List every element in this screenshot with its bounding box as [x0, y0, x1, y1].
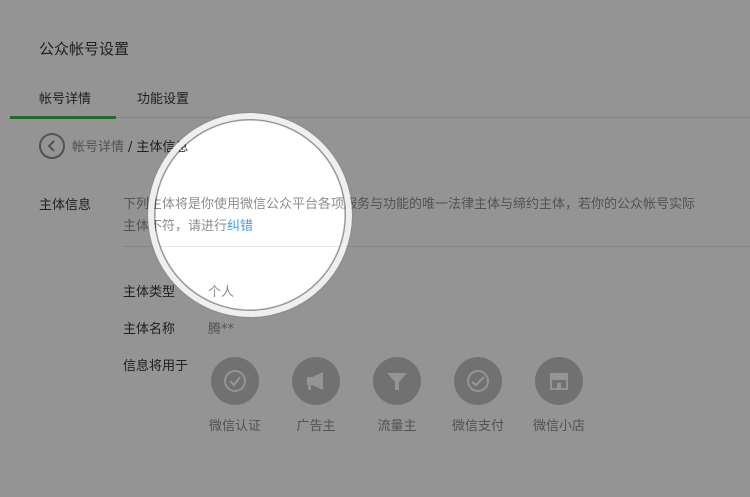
breadcrumb: 帐号详情 / 主体信息	[72, 136, 188, 155]
correction-link[interactable]: 纠错	[227, 219, 253, 234]
tab-account-details[interactable]: 帐号详情	[39, 88, 91, 107]
breadcrumb-parent-link[interactable]: 帐号详情	[72, 140, 124, 155]
usage-item-wechat-pay: 微信支付	[438, 357, 518, 434]
usage-item-label: 广告主	[296, 419, 336, 434]
chevron-left-icon	[47, 140, 55, 152]
info-description-line2: 主体不符，请进行纠错	[123, 216, 750, 238]
usage-item-wechat-shop: 微信小店	[519, 357, 599, 434]
entity-type-label: 主体类型	[123, 285, 176, 300]
funnel-icon	[373, 357, 421, 405]
settings-panel: 公众帐号设置 帐号详情 功能设置 帐号详情 / 主体信息 主体信息 下列主体将是你使…	[10, 8, 750, 489]
usage-item-label: 流量主	[377, 419, 417, 434]
entity-type-value: 个人	[208, 285, 235, 300]
entity-name-value: 腾**	[208, 322, 235, 337]
info-description: 下列主体将是你使用微信公众平台各项服务与功能的唯一法律主体与缔约主体，若你的公众…	[123, 194, 750, 238]
info-description-line2-text: 主体不符，请进行	[123, 219, 228, 234]
info-label: 主体信息	[39, 198, 92, 213]
shop-icon	[535, 357, 583, 405]
page-title: 公众帐号设置	[39, 40, 130, 58]
info-description-line1: 下列主体将是你使用微信公众平台各项服务与功能的唯一法律主体与缔约主体，若你的公众…	[123, 197, 696, 212]
breadcrumb-separator: /	[128, 140, 133, 155]
usage-item-wechat-verify: 微信认证	[195, 357, 275, 434]
usage-item-label: 微信支付	[451, 419, 504, 434]
usage-label: 信息将用于	[123, 359, 189, 374]
entity-name-label: 主体名称	[123, 322, 176, 337]
active-tab-indicator	[10, 116, 116, 119]
wechat-pay-icon	[454, 357, 502, 405]
megaphone-icon	[292, 357, 340, 405]
check-icon	[211, 357, 259, 405]
usage-item-label: 微信小店	[532, 419, 585, 434]
breadcrumb-current: 主体信息	[136, 140, 189, 155]
tab-bar: 帐号详情 功能设置	[10, 78, 750, 119]
divider	[123, 246, 750, 247]
usage-item-traffic-owner: 流量主	[357, 357, 437, 434]
usage-item-advertiser: 广告主	[276, 357, 356, 434]
tab-feature-settings[interactable]: 功能设置	[137, 88, 189, 107]
usage-item-label: 微信认证	[208, 419, 261, 434]
back-button[interactable]	[39, 133, 65, 159]
